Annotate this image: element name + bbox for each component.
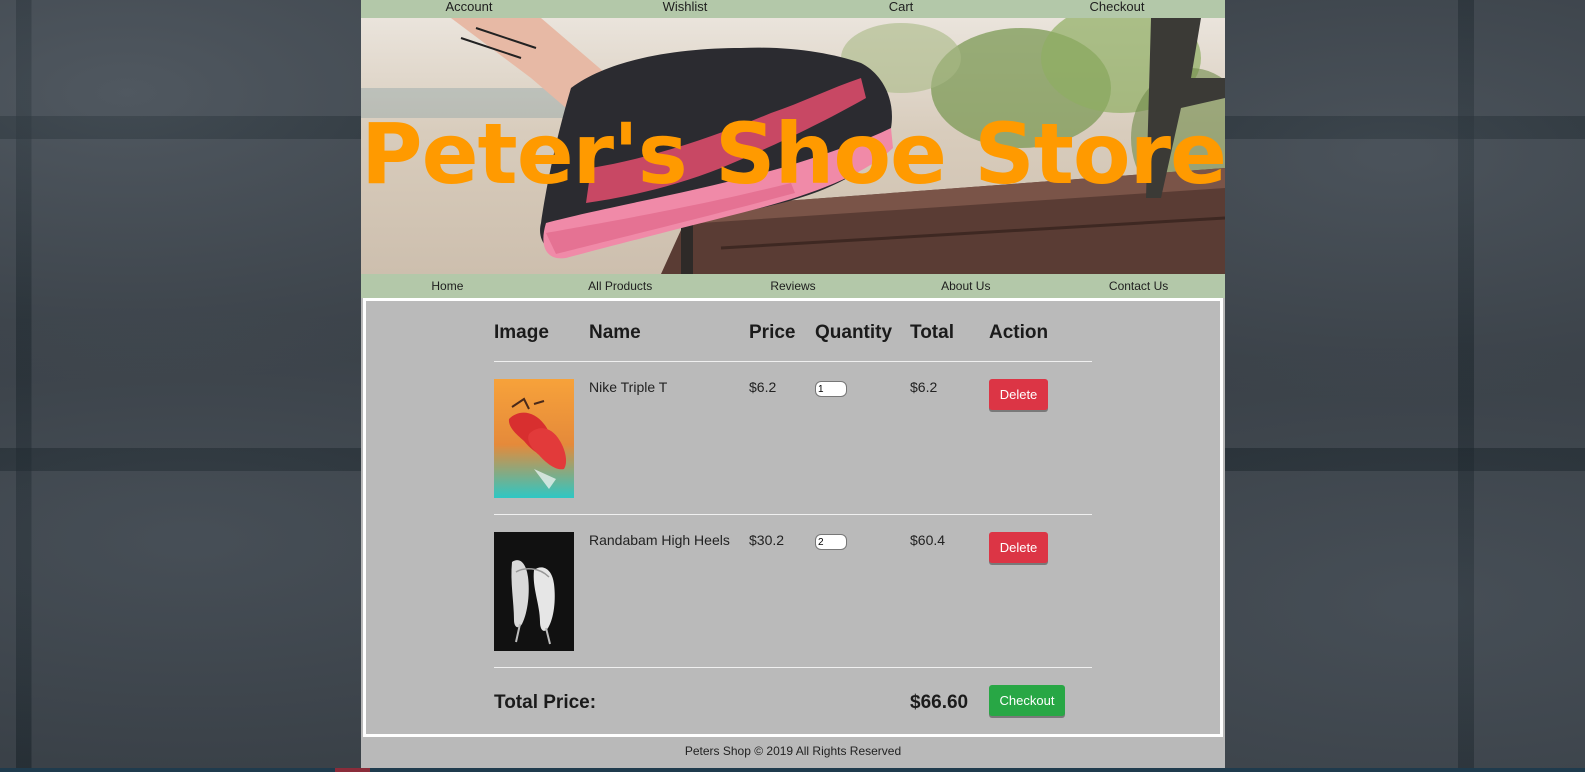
top-nav-account[interactable]: Account: [361, 0, 577, 18]
product-name[interactable]: Nike Triple T: [589, 379, 667, 395]
main-nav-home[interactable]: Home: [361, 274, 534, 298]
header-price: Price: [749, 322, 796, 343]
red-sneakers-image[interactable]: [494, 379, 574, 498]
header-name: Name: [589, 322, 641, 343]
quantity-input[interactable]: [815, 534, 847, 550]
checkout-button[interactable]: Checkout: [989, 685, 1065, 716]
cart-panel: Image Name Price Quantity Total Action N…: [363, 298, 1223, 737]
top-nav-wishlist[interactable]: Wishlist: [577, 0, 793, 18]
main-nav-all-products[interactable]: All Products: [534, 274, 707, 298]
total-price-value: $66.60: [910, 692, 969, 713]
header-quantity: Quantity: [815, 322, 893, 343]
footer-text: Peters Shop © 2019 All Rights Reserved: [684, 744, 902, 758]
hero-banner: Peter's Shoe Store: [361, 18, 1225, 274]
product-price: $30.2: [749, 532, 785, 548]
main-nav-about-us[interactable]: About Us: [879, 274, 1052, 298]
top-nav-cart[interactable]: Cart: [793, 0, 1009, 18]
top-nav: Account Wishlist Cart Checkout: [361, 0, 1225, 18]
product-price: $6.2: [749, 379, 777, 395]
cart-header-row: Image Name Price Quantity Total Action: [494, 301, 1092, 362]
top-nav-checkout[interactable]: Checkout: [1009, 0, 1225, 18]
header-action: Action: [989, 322, 1049, 343]
hero-title: Peter's Shoe Store: [361, 105, 1225, 203]
main-nav-contact-us[interactable]: Contact Us: [1052, 274, 1225, 298]
delete-button[interactable]: Delete: [989, 379, 1048, 410]
main-nav: Home All Products Reviews About Us Conta…: [361, 274, 1225, 298]
cart-total-row: Total Price: $66.60 Checkout: [494, 668, 1092, 734]
header-image: Image: [494, 322, 549, 343]
cart-row: Randabam High Heels $30.2 $60.4 Delete: [494, 515, 1092, 668]
taskbar-mark: [335, 768, 370, 772]
white-heels-image[interactable]: [494, 532, 574, 651]
row-total: $60.4: [910, 532, 946, 548]
cart-table: Image Name Price Quantity Total Action N…: [494, 301, 1092, 734]
header-total: Total: [910, 322, 954, 343]
page-bottom-strip: [0, 768, 1585, 772]
main-nav-reviews[interactable]: Reviews: [707, 274, 880, 298]
page-container: Account Wishlist Cart Checkout Peter's S…: [361, 0, 1225, 768]
cart-row: Nike Triple T $6.2 $6.2 Delete: [494, 362, 1092, 515]
total-price-label: Total Price:: [494, 692, 597, 713]
product-name[interactable]: Randabam High Heels: [589, 532, 730, 548]
row-total: $6.2: [910, 379, 938, 395]
delete-button[interactable]: Delete: [989, 532, 1048, 563]
quantity-input[interactable]: [815, 381, 847, 397]
